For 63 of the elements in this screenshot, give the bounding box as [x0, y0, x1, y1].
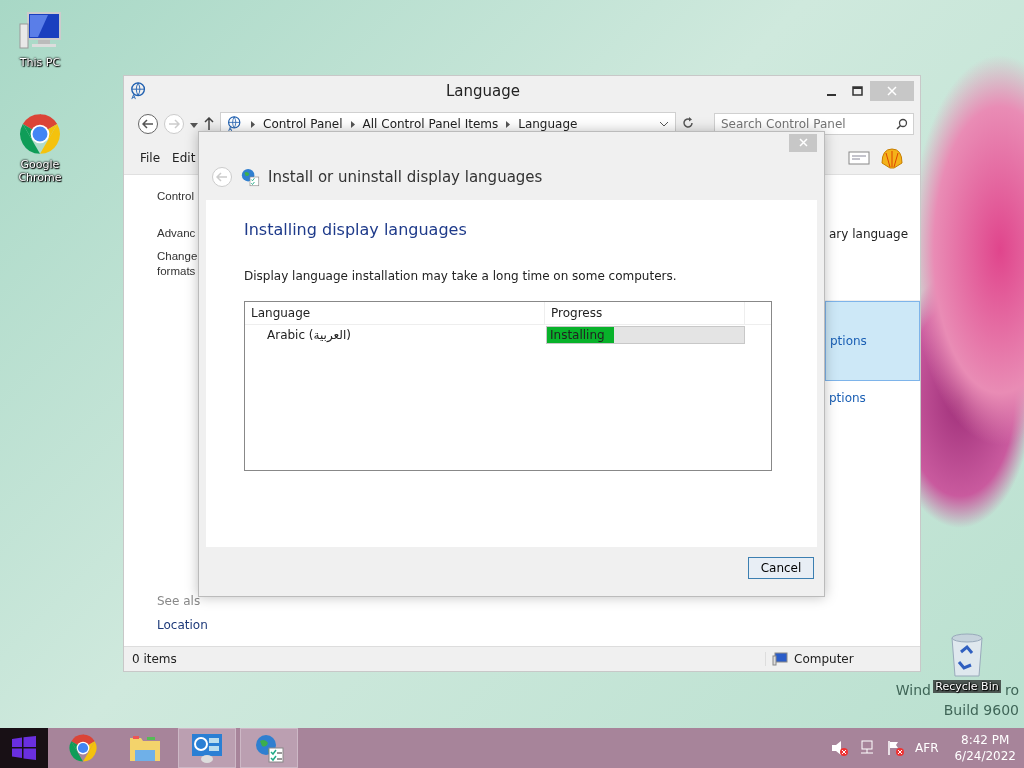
desktop-icon-label[interactable]: Recycle Bin: [933, 680, 1001, 694]
status-location: Computer: [794, 652, 854, 666]
side-link[interactable]: formats: [157, 264, 196, 279]
close-icon: [887, 86, 897, 96]
refresh-button[interactable]: [682, 117, 694, 131]
globe-checklist-icon[interactable]: [253, 733, 285, 763]
minimize-icon: [826, 94, 836, 96]
dialog-title: Install or uninstall display languages: [268, 168, 543, 186]
chevron-down-icon: [659, 121, 669, 127]
option-link[interactable]: ptions: [825, 381, 920, 439]
chevron-right-icon: [350, 120, 355, 128]
side-link[interactable]: Change: [157, 249, 198, 264]
back-button[interactable]: [138, 114, 158, 134]
back-arrow-icon: [142, 119, 154, 129]
chevron-right-icon: [506, 120, 511, 128]
chrome-icon[interactable]: [68, 733, 98, 763]
refresh-icon: [682, 117, 694, 129]
back-arrow-icon: [216, 172, 228, 182]
control-panel-icon[interactable]: [191, 733, 223, 763]
status-item-count: 0 items: [132, 652, 177, 666]
window-title: Language: [445, 82, 521, 100]
breadcrumb-item[interactable]: All Control Panel Items: [362, 117, 499, 131]
dialog-note: Display language installation may take a long time on some computers.: [244, 269, 678, 283]
cancel-button[interactable]: Cancel: [748, 557, 814, 579]
shell-icon[interactable]: [880, 147, 904, 169]
search-field[interactable]: Search Control Panel: [714, 113, 914, 135]
taskbar-app-button[interactable]: [178, 728, 236, 768]
side-link[interactable]: Advanc: [157, 226, 196, 241]
flag-icon[interactable]: [887, 740, 905, 756]
see-also-link[interactable]: Location: [157, 618, 294, 632]
close-icon: [798, 138, 808, 147]
folder-icon[interactable]: [129, 734, 161, 762]
forward-arrow-icon: [168, 119, 180, 129]
language-globe-icon: [130, 82, 148, 100]
os-watermark-text: Build 9600: [943, 702, 1019, 718]
taskbar-app-button[interactable]: [240, 728, 298, 768]
option-link[interactable]: ptions: [825, 301, 920, 381]
dialog-heading: Installing display languages: [244, 220, 468, 239]
chevron-right-icon: [251, 120, 255, 128]
chrome-icon[interactable]: [18, 112, 62, 156]
up-button[interactable]: [204, 116, 214, 132]
progress-status: Installing: [549, 328, 605, 342]
maximize-icon: [851, 86, 863, 96]
globe-checklist-icon: [240, 167, 260, 187]
start-button[interactable]: [0, 728, 48, 768]
side-link[interactable]: Control: [157, 189, 195, 204]
muted-speaker-icon[interactable]: [831, 740, 849, 756]
column-header[interactable]: Progress: [545, 302, 745, 324]
see-also-heading: See als: [157, 594, 202, 608]
language-name: Arabic (العربية): [266, 328, 353, 342]
breadcrumb-item[interactable]: Control Panel: [263, 117, 343, 131]
recycle-bin-icon[interactable]: [949, 632, 985, 678]
up-arrow-icon: [204, 116, 214, 130]
menu-item[interactable]: File: [140, 151, 161, 165]
computer-icon: [772, 652, 788, 666]
language-globe-icon: [227, 116, 243, 132]
menu-item[interactable]: Edit: [172, 151, 196, 165]
os-watermark-text: ro: [1005, 682, 1019, 698]
caret-icon: [190, 123, 198, 128]
breadcrumb-item[interactable]: Language: [518, 117, 578, 131]
windows-logo-icon: [12, 736, 36, 760]
column-header[interactable]: Language: [245, 302, 545, 324]
os-watermark-text: Wind: [895, 682, 931, 698]
